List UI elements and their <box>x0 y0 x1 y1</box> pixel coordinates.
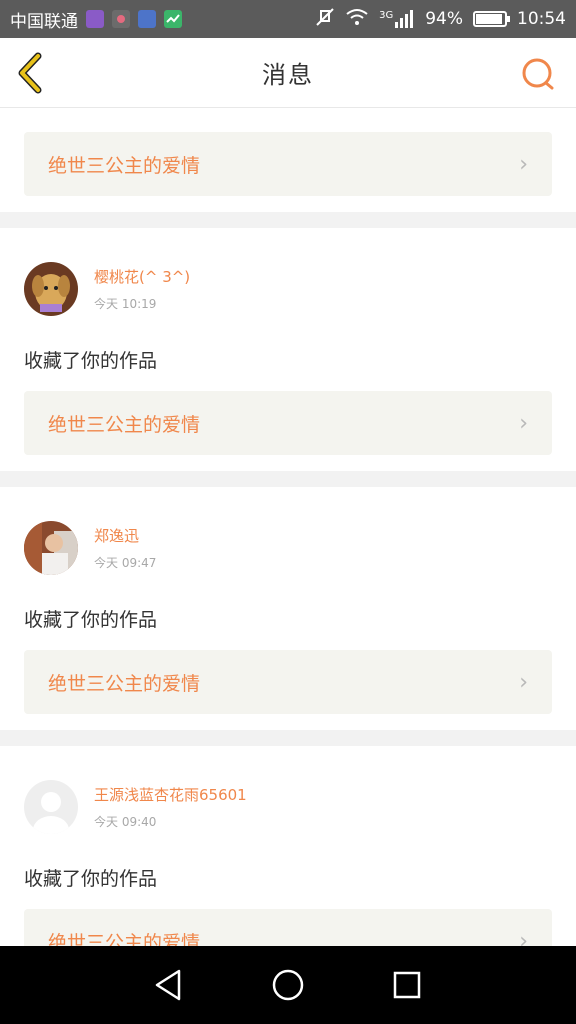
work-title: 绝世三公主的爱情 <box>48 672 201 695</box>
back-button[interactable] <box>14 52 48 94</box>
search-icon <box>522 58 554 90</box>
network-type: 3G <box>379 10 394 21</box>
work-title: 绝世三公主的爱情 <box>48 931 201 947</box>
chevron-right-icon: › <box>519 928 528 947</box>
avatar[interactable] <box>24 262 78 316</box>
avatar[interactable] <box>24 780 78 834</box>
work-link[interactable]: 绝世三公主的爱情 › <box>24 909 552 946</box>
message-card: 郑逸迅 今天 09:47 收藏了你的作品 绝世三公主的爱情 › <box>0 487 576 714</box>
chevron-left-icon <box>18 52 42 94</box>
message-card: 王源浅蓝杏花雨65601 今天 09:40 收藏了你的作品 绝世三公主的爱情 › <box>0 746 576 946</box>
carrier-name: 中国联通 <box>10 11 78 32</box>
message-card: 绝世三公主的爱情 › <box>0 108 576 212</box>
cloud-app-icon <box>138 10 156 28</box>
chevron-right-icon: › <box>519 669 528 695</box>
system-nav-bar <box>0 946 576 1024</box>
work-link[interactable]: 绝世三公主的爱情 › <box>24 391 552 455</box>
action-text: 收藏了你的作品 <box>24 868 158 890</box>
battery-percent: 94% <box>425 9 463 29</box>
page-title: 消息 <box>262 61 314 89</box>
flower-app-icon <box>112 10 130 28</box>
clock: 10:54 <box>517 9 566 29</box>
work-link[interactable]: 绝世三公主的爱情 › <box>24 650 552 714</box>
mute-icon <box>315 7 335 32</box>
battery-icon <box>473 11 510 27</box>
work-link[interactable]: 绝世三公主的爱情 › <box>24 132 552 196</box>
gallery-app-icon <box>86 10 104 28</box>
user-name[interactable]: 郑逸迅 <box>94 525 156 546</box>
divider <box>0 471 576 487</box>
user-name[interactable]: 王源浅蓝杏花雨65601 <box>94 784 247 805</box>
app-header: 消息 <box>0 38 576 108</box>
user-name[interactable]: 樱桃花(^ 3^) <box>94 266 190 287</box>
back-triangle-icon[interactable] <box>149 965 189 1005</box>
signal-icon: 3G <box>379 10 415 28</box>
timestamp: 今天 09:40 <box>94 815 157 829</box>
avatar[interactable] <box>24 521 78 575</box>
recents-square-icon[interactable] <box>387 965 427 1005</box>
work-title: 绝世三公主的爱情 <box>48 154 201 177</box>
stocks-app-icon <box>164 10 182 28</box>
action-text: 收藏了你的作品 <box>24 350 158 372</box>
status-bar: 中国联通 3G 94% 10:54 <box>0 0 576 38</box>
timestamp: 今天 10:19 <box>94 297 157 311</box>
chevron-right-icon: › <box>519 151 528 177</box>
divider <box>0 212 576 228</box>
message-card: 樱桃花(^ 3^) 今天 10:19 收藏了你的作品 绝世三公主的爱情 › <box>0 228 576 455</box>
message-list[interactable]: 绝世三公主的爱情 › 樱桃花(^ 3^) 今天 10:19 收藏了你的作品 绝世… <box>0 108 576 946</box>
home-circle-icon[interactable] <box>268 965 308 1005</box>
timestamp: 今天 09:47 <box>94 556 157 570</box>
search-button[interactable] <box>520 56 556 92</box>
wifi-icon <box>345 8 369 31</box>
action-text: 收藏了你的作品 <box>24 609 158 631</box>
chevron-right-icon: › <box>519 410 528 436</box>
divider <box>0 730 576 746</box>
work-title: 绝世三公主的爱情 <box>48 413 201 436</box>
